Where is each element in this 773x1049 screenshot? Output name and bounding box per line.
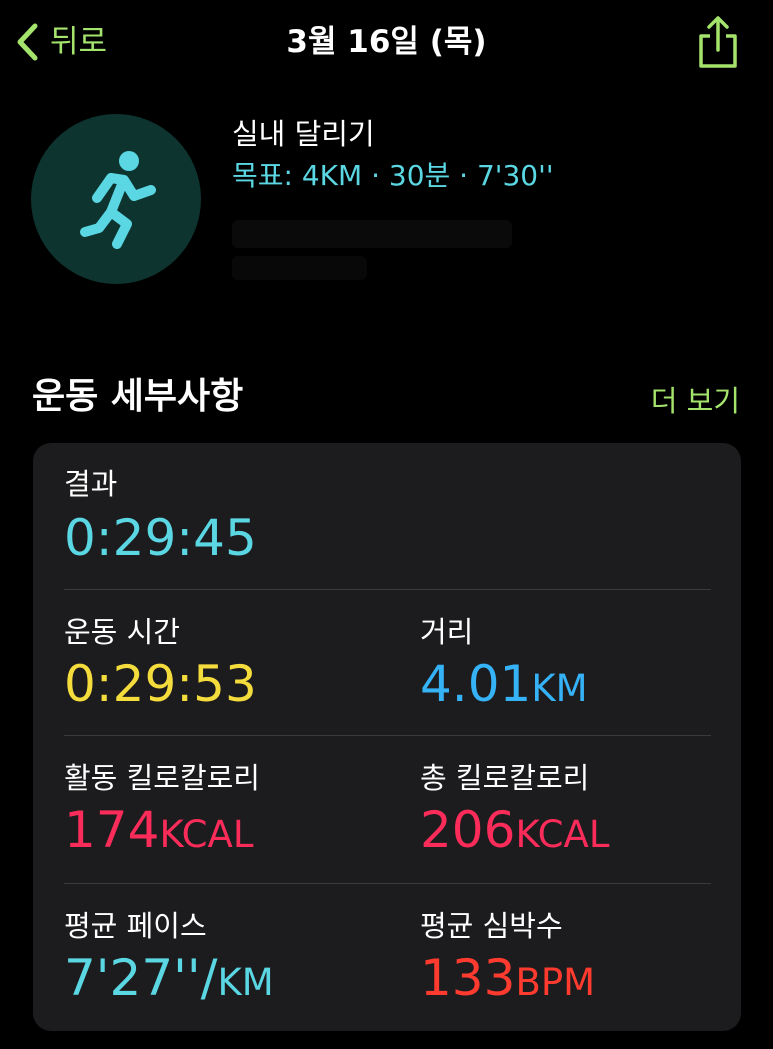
total-calories-label: 총 킬로칼로리	[420, 761, 590, 795]
result-label: 결과	[64, 467, 118, 501]
total-calories-value: 206KCAL	[420, 801, 610, 859]
avg-heart-rate-label: 평균 심박수	[420, 909, 563, 943]
active-calories-label: 활동 킬로칼로리	[64, 761, 260, 795]
workout-title: 실내 달리기	[232, 117, 375, 151]
avg-pace-unit: KM	[217, 961, 274, 1004]
page-title: 3월 16일 (목)	[286, 24, 487, 60]
distance-label: 거리	[420, 615, 474, 649]
running-figure-icon	[80, 151, 156, 249]
result-value: 0:29:45	[64, 509, 257, 567]
avg-heart-rate-unit: BPM	[515, 961, 596, 1004]
avg-pace-value: 7'27''/KM	[64, 949, 274, 1007]
total-calories-unit: KCAL	[515, 813, 610, 856]
workout-type-badge	[31, 114, 201, 284]
active-calories-unit: KCAL	[159, 813, 254, 856]
divider	[64, 589, 711, 590]
active-calories-value: 174KCAL	[64, 801, 254, 859]
avg-heart-rate-value: 133BPM	[420, 949, 596, 1007]
distance-unit: KM	[531, 667, 588, 710]
distance-value: 4.01KM	[420, 655, 588, 713]
section-title: 운동 세부사항	[32, 376, 244, 417]
divider	[64, 735, 711, 736]
redacted-text	[232, 220, 512, 248]
duration-value: 0:29:53	[64, 655, 257, 713]
share-icon[interactable]	[696, 14, 740, 70]
divider	[64, 883, 711, 884]
redacted-text	[232, 256, 367, 280]
nav-bar: 뒤로 3월 16일 (목)	[0, 0, 773, 88]
avg-pace-label: 평균 페이스	[64, 909, 207, 943]
show-more-link[interactable]: 더 보기	[651, 381, 740, 421]
workout-details-card: 결과 0:29:45 운동 시간 0:29:53 거리 4.01KM 활동 킬로…	[33, 443, 741, 1031]
duration-label: 운동 시간	[64, 615, 180, 649]
workout-goal: 목표: 4KM · 30분 · 7'30''	[232, 159, 554, 192]
